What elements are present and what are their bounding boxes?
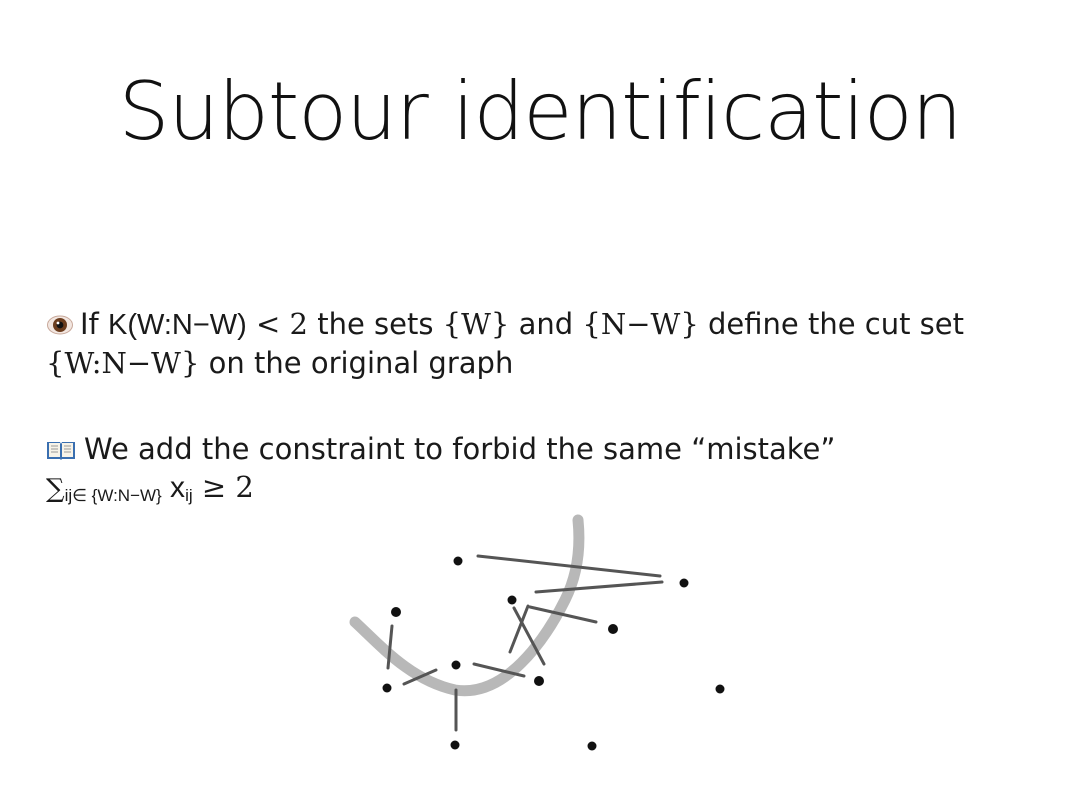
set-w: {W} [442,307,510,341]
graph-node [715,684,725,694]
text-on-original-graph: on the original graph [199,346,514,380]
slide-title: Subtour identification [118,65,963,158]
graph-node [382,683,392,693]
graph-edge [534,580,664,594]
geq-two: ≥ 2 [192,470,254,504]
graph-node [534,676,544,686]
graph-cut-figure [349,514,725,751]
bullet-constraint: We add the constraint to forbid the same… [46,430,1046,515]
graph-edge [476,554,662,578]
graph-node [587,741,597,751]
and-word: and [509,307,583,341]
k-expression: K(W:N−W) [107,309,247,341]
if-word: If [80,307,108,341]
graph-node [451,660,461,670]
text-the-sets: the sets [307,307,443,341]
graph-node [391,607,401,617]
sum-symbol: ∑ [46,474,65,504]
book-icon [47,442,75,460]
cut-set-w-n-w: {W:N−W} [46,346,200,380]
variable-subscript: ij [185,486,193,505]
graph-node [453,556,463,566]
less-than-two: < 2 [246,307,308,341]
sum-subscript: ij∈ {W:N−W} [64,486,162,505]
graph-node [507,595,517,605]
constraint-text: We add the constraint to forbid the same… [84,432,836,466]
text-define-cut-set: define the cut set [698,307,965,341]
graph-node [679,578,689,588]
graph-node [450,740,460,750]
set-n-minus-w: {N−W} [582,307,699,341]
bullet-cut-set: If K(W:N−W) < 2 the sets {W} and {N−W} d… [46,305,1046,382]
graph-node [608,624,618,634]
eye-icon [47,315,73,335]
variable-x: x [161,471,186,504]
